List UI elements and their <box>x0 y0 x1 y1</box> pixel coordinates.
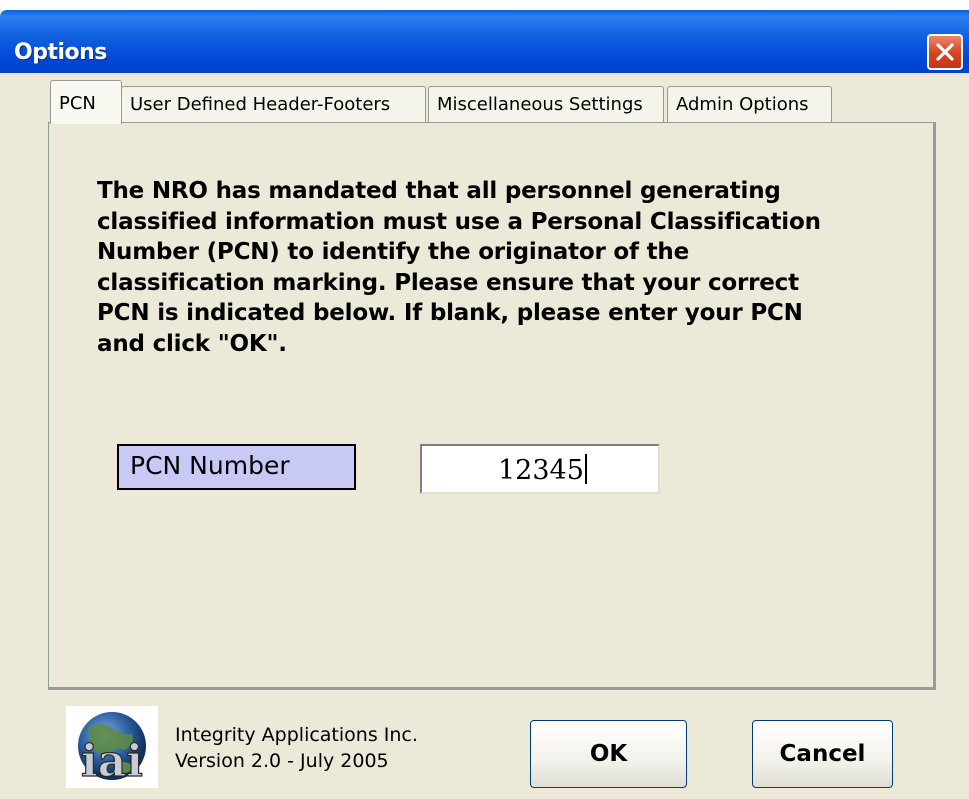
tab-label: Admin Options <box>676 94 809 115</box>
close-icon <box>936 43 954 61</box>
version-info: Version 2.0 - July 2005 <box>175 750 389 772</box>
pcn-number-label: PCN Number <box>117 444 356 490</box>
cancel-button[interactable]: Cancel <box>752 720 893 788</box>
pcn-value: 12345 <box>498 455 584 486</box>
tab-miscellaneous-settings[interactable]: Miscellaneous Settings <box>428 86 664 122</box>
pcn-number-input[interactable]: 12345 <box>420 444 660 494</box>
tab-user-defined-header-footers[interactable]: User Defined Header-Footers <box>121 86 426 122</box>
tab-pcn[interactable]: PCN <box>50 80 122 124</box>
logo-text: iai <box>81 736 143 787</box>
background-strip <box>0 0 969 10</box>
company-logo-icon: iai <box>66 706 158 788</box>
title-bar[interactable]: Options <box>0 10 969 73</box>
tab-label: User Defined Header-Footers <box>130 94 391 115</box>
options-dialog: Options User Defined Header-Footers Misc… <box>0 0 969 799</box>
company-name: Integrity Applications Inc. <box>175 724 418 746</box>
text-cursor <box>584 454 587 484</box>
pcn-description: The NRO has mandated that all personnel … <box>97 178 821 357</box>
ok-button[interactable]: OK <box>530 720 687 788</box>
tab-label: PCN <box>59 93 96 114</box>
tab-admin-options[interactable]: Admin Options <box>667 86 832 122</box>
company-info: Integrity Applications Inc. Version 2.0 … <box>175 722 418 774</box>
tab-label: Miscellaneous Settings <box>437 94 643 115</box>
window-title: Options <box>14 40 107 65</box>
close-button[interactable] <box>927 34 963 70</box>
